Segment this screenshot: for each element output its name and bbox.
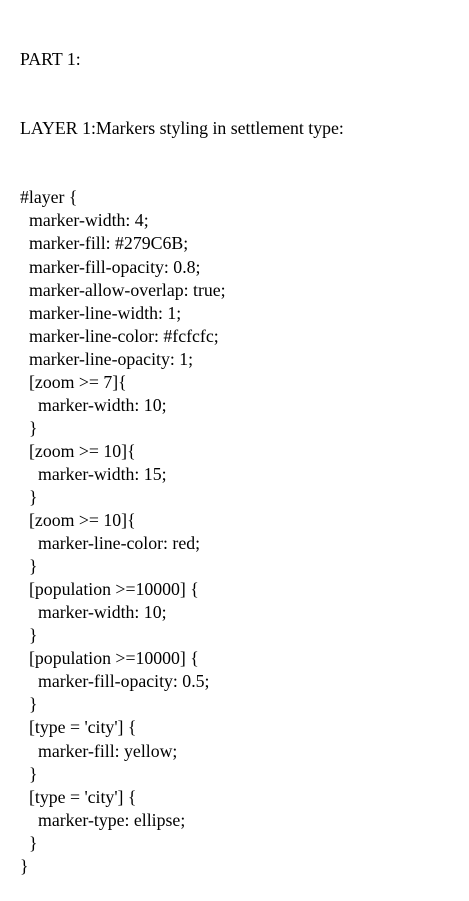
code-line: marker-fill-opacity: 0.5; [38,671,210,692]
code-line: marker-line-color: #fcfcfc; [29,325,219,346]
code-line: marker-fill-opacity: 0.8; [29,256,201,277]
code-line: [population >=10000] { [29,579,199,600]
code-line: [type = 'city'] { [29,717,137,738]
code-line: } [29,832,38,853]
layer-heading: LAYER 1:Markers styling in settlement ty… [20,118,344,139]
code-line: marker-width: 10; [38,394,167,415]
code-line: #layer { [20,187,78,208]
code-line: [zoom >= 7]{ [29,371,127,392]
code-line: [zoom >= 10]{ [29,510,136,531]
code-line: } [29,763,38,784]
document-body: PART 1: LAYER 1:Markers styling in settl… [20,2,344,901]
code-line: [type = 'city'] { [29,786,137,807]
code-line: marker-width: 4; [29,210,149,231]
code-line: } [29,625,38,646]
code-line: [population >=10000] { [29,648,199,669]
code-block: #layer {marker-width: 4; marker-fill: #27… [20,186,344,877]
code-line: marker-line-width: 1; [29,302,182,323]
code-line: marker-fill: #279C6B; [29,233,189,254]
code-line: marker-width: 15; [38,463,167,484]
code-line: } [29,486,38,507]
code-line: marker-allow-overlap: true; [29,279,226,300]
part-heading: PART 1: [20,49,81,70]
code-line: } [29,694,38,715]
code-line: marker-width: 10; [38,602,167,623]
code-line: marker-line-color: red; [38,533,201,554]
code-line: marker-line-opacity: 1; [29,348,194,369]
code-line: marker-type: ellipse; [38,809,186,830]
code-line: marker-fill: yellow; [38,740,178,761]
code-line: } [29,556,38,577]
code-line: [zoom >= 10]{ [29,440,136,461]
code-line: } [29,417,38,438]
code-line: } [20,855,29,876]
